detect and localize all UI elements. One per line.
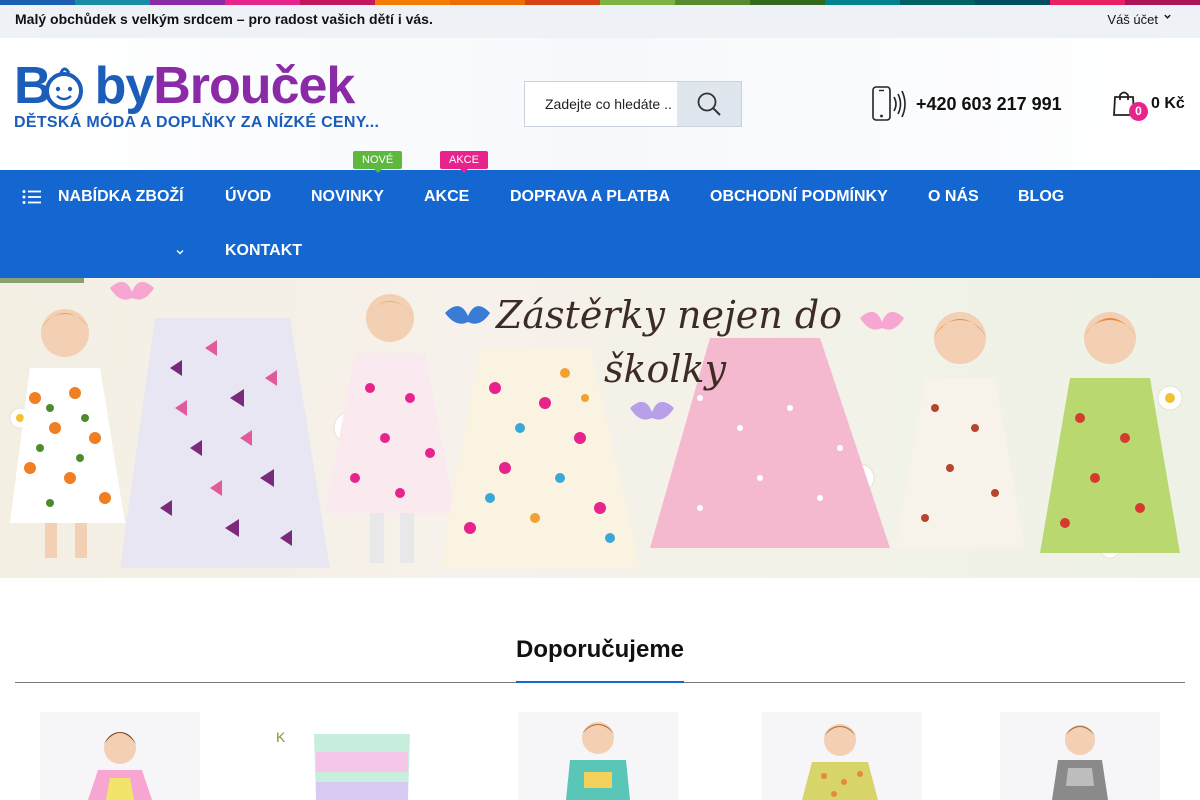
top-bar: Malý obchůdek s velkým srdcem – pro rado…	[0, 5, 1200, 38]
product-image: K	[272, 712, 432, 800]
sale-badge: AKCE	[440, 151, 488, 173]
product-card[interactable]	[518, 712, 678, 800]
product-image	[40, 712, 200, 800]
section-title: Doporučujeme	[515, 636, 685, 663]
phone-number: +420 603 217 991	[916, 93, 1062, 114]
product-grid: K	[0, 712, 1200, 800]
product-card[interactable]	[762, 712, 922, 800]
baby-face-icon	[45, 67, 83, 110]
chevron-down-icon[interactable]	[175, 244, 185, 262]
product-card[interactable]	[1000, 712, 1160, 800]
site-header: BbyBrouček DĚTSKÁ MÓDA A DOPLŇKY ZA NÍZK…	[0, 38, 1200, 170]
nav-item-kontakt[interactable]: KONTAKT	[225, 242, 302, 260]
section-title-underline	[516, 681, 684, 683]
nav-item-doprava-a-platba[interactable]: DOPRAVA A PLATBA	[510, 188, 670, 206]
phone-icon	[872, 86, 906, 121]
chevron-down-icon[interactable]	[1163, 12, 1172, 24]
search-icon	[697, 92, 721, 116]
nav-item-uvod[interactable]: ÚVOD	[225, 188, 271, 206]
catalog-menu-label: NABÍDKA ZBOŽÍ	[58, 188, 184, 205]
nav-item-o-nas[interactable]: O NÁS	[928, 188, 979, 206]
phone-contact[interactable]: +420 603 217 991	[871, 86, 1062, 122]
main-navigation: NABÍDKA ZBOŽÍ ÚVOD NOVINKY NOVÉ AKCE AKC…	[0, 151, 1200, 278]
nav-item-obchodni-podminky[interactable]: OBCHODNÍ PODMÍNKY	[710, 188, 888, 206]
product-card[interactable]	[40, 712, 200, 800]
product-image	[1000, 712, 1160, 800]
nav-item-blog[interactable]: BLOG	[1018, 188, 1064, 206]
product-image	[762, 712, 922, 800]
nav-item-novinky[interactable]: NOVINKY	[311, 188, 384, 206]
hero-banner[interactable]: Zástěrky nejen do školky	[0, 278, 1200, 578]
search-button[interactable]	[677, 82, 741, 126]
cart-button[interactable]: 0 0 Kč	[1112, 90, 1192, 124]
product-card[interactable]: K	[272, 712, 432, 800]
logo-text-broucek: Brouček	[153, 57, 355, 115]
banner-title: Zástěrky nejen do školky	[496, 288, 856, 396]
new-badge: NOVÉ	[353, 151, 403, 173]
logo-text-by: by	[94, 57, 155, 115]
banner-title-line2: školky	[604, 347, 727, 391]
svg-text:K: K	[276, 729, 286, 745]
store-slogan: Malý obchůdek s velkým srdcem – pro rado…	[15, 11, 433, 27]
product-image	[518, 712, 678, 800]
banner-title-line1: Zástěrky nejen do	[496, 293, 843, 337]
search-box	[524, 81, 742, 127]
nav-item-akce[interactable]: AKCE	[424, 188, 469, 206]
account-menu[interactable]: Váš účet	[1107, 12, 1158, 27]
site-logo[interactable]: BbyBrouček DĚTSKÁ MÓDA A DOPLŇKY ZA NÍZK…	[14, 56, 379, 136]
search-input[interactable]	[525, 82, 677, 126]
list-icon	[22, 190, 41, 204]
cart-total: 0 Kč	[1151, 95, 1185, 112]
catalog-menu-button[interactable]: NABÍDKA ZBOŽÍ	[22, 188, 184, 206]
cart-count-badge: 0	[1129, 102, 1148, 121]
logo-tagline: DĚTSKÁ MÓDA A DOPLŇKY ZA NÍZKÉ CENY...	[14, 114, 380, 131]
